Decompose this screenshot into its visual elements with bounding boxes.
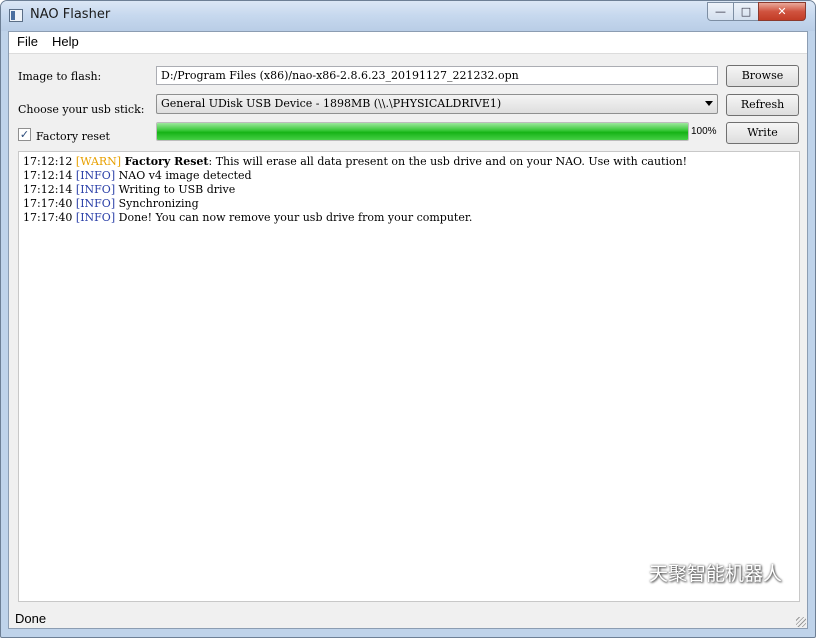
log-level: [INFO] xyxy=(75,197,116,210)
close-icon: ✕ xyxy=(777,5,787,18)
log-time: 17:17:40 xyxy=(23,211,73,224)
log-time: 17:17:40 xyxy=(23,197,73,210)
log-message-emphasis: Factory Reset xyxy=(124,155,209,168)
app-window: NAO Flasher — □ ✕ File Help Image to fla… xyxy=(0,0,816,638)
usb-stick-label: Choose your usb stick: xyxy=(18,103,145,116)
window-title: NAO Flasher xyxy=(30,7,111,22)
log-message: NAO v4 image detected xyxy=(118,169,252,182)
write-button[interactable]: Write xyxy=(726,122,799,144)
watermark: 天聚智能机器人 xyxy=(611,559,782,586)
log-time: 17:12:14 xyxy=(23,183,73,196)
menu-bar: File Help xyxy=(9,32,807,54)
log-message: Synchronizing xyxy=(118,197,199,210)
log-level: [INFO] xyxy=(75,183,116,196)
log-message: Writing to USB drive xyxy=(118,183,236,196)
maximize-button[interactable]: □ xyxy=(733,2,759,21)
usb-device-value: General UDisk USB Device - 1898MB (\\.\P… xyxy=(161,97,502,110)
minimize-button[interactable]: — xyxy=(707,2,734,21)
image-to-flash-label: Image to flash: xyxy=(18,70,102,83)
log-row: 17:12:14 [INFO] NAO v4 image detected xyxy=(23,169,799,183)
status-text: Done xyxy=(15,611,47,626)
factory-reset-label[interactable]: Factory reset xyxy=(36,130,110,143)
factory-reset-checkbox[interactable]: ✓ xyxy=(18,128,31,141)
menu-help[interactable]: Help xyxy=(52,34,79,49)
log-row: 17:12:12 [WARN] Factory Reset: This will… xyxy=(23,155,799,169)
menu-file[interactable]: File xyxy=(17,34,38,49)
resize-grip[interactable] xyxy=(796,617,806,627)
log-row: 17:12:14 [INFO] Writing to USB drive xyxy=(23,183,799,197)
chevron-down-icon[interactable] xyxy=(705,101,713,106)
status-bar: Done xyxy=(9,606,807,628)
app-icon xyxy=(9,9,23,22)
browse-button[interactable]: Browse xyxy=(726,65,799,87)
log-message: : This will erase all data present on th… xyxy=(208,155,688,168)
image-path-input[interactable]: D:/Program Files (x86)/nao-x86-2.8.6.23_… xyxy=(156,66,718,85)
minimize-icon: — xyxy=(715,5,726,18)
log-row: 17:17:40 [INFO] Done! You can now remove… xyxy=(23,211,799,225)
log-level: [INFO] xyxy=(75,169,116,182)
log-level: [WARN] xyxy=(75,155,122,168)
log-time: 17:12:14 xyxy=(23,169,73,182)
watermark-text: 天聚智能机器人 xyxy=(649,563,783,585)
log-row: 17:17:40 [INFO] Synchronizing xyxy=(23,197,799,211)
client-area: File Help Image to flash: D:/Program Fil… xyxy=(8,31,808,629)
progress-bar xyxy=(156,122,689,141)
progress-percent: 100% xyxy=(691,126,717,137)
title-bar[interactable]: NAO Flasher — □ ✕ xyxy=(1,1,815,31)
log-message: Done! You can now remove your usb drive … xyxy=(118,211,473,224)
log-level: [INFO] xyxy=(75,211,116,224)
refresh-button[interactable]: Refresh xyxy=(726,94,799,116)
wechat-logo-icon xyxy=(612,565,639,583)
usb-device-select[interactable]: General UDisk USB Device - 1898MB (\\.\P… xyxy=(156,94,718,114)
log-output[interactable]: 17:12:12 [WARN] Factory Reset: This will… xyxy=(18,151,800,602)
maximize-icon: □ xyxy=(740,5,752,18)
checkmark-icon: ✓ xyxy=(19,128,30,141)
progress-fill xyxy=(157,123,688,140)
log-time: 17:12:12 xyxy=(23,155,73,168)
close-button[interactable]: ✕ xyxy=(758,2,806,21)
